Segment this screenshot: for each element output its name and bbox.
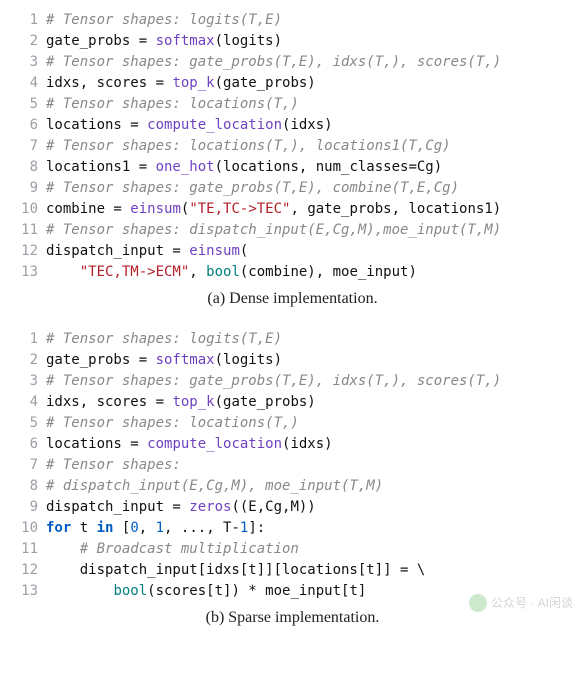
line-content: bool(scores[t]) * moe_input[t] <box>46 581 366 602</box>
line-number: 6 <box>12 115 46 136</box>
line-number: 12 <box>12 560 46 581</box>
code-line: 8locations1 = one_hot(locations, num_cla… <box>12 157 573 178</box>
line-number: 3 <box>12 52 46 73</box>
line-number: 11 <box>12 539 46 560</box>
code-block-a: 1# Tensor shapes: logits(T,E)2gate_probs… <box>12 10 573 283</box>
line-content: dispatch_input = einsum( <box>46 241 248 262</box>
line-content: idxs, scores = top_k(gate_probs) <box>46 73 316 94</box>
line-content: # Tensor shapes: gate_probs(T,E), idxs(T… <box>46 371 501 392</box>
line-content: combine = einsum("TE,TC->TEC", gate_prob… <box>46 199 501 220</box>
code-line: 6locations = compute_location(idxs) <box>12 115 573 136</box>
line-number: 13 <box>12 581 46 602</box>
code-line: 10for t in [0, 1, ..., T-1]: <box>12 518 573 539</box>
line-number: 4 <box>12 392 46 413</box>
line-number: 8 <box>12 157 46 178</box>
code-line: 5# Tensor shapes: locations(T,) <box>12 94 573 115</box>
code-line: 7# Tensor shapes: <box>12 455 573 476</box>
code-line: 12dispatch_input = einsum( <box>12 241 573 262</box>
code-line: 11# Tensor shapes: dispatch_input(E,Cg,M… <box>12 220 573 241</box>
code-line: 4idxs, scores = top_k(gate_probs) <box>12 73 573 94</box>
line-number: 4 <box>12 73 46 94</box>
line-number: 10 <box>12 199 46 220</box>
line-number: 7 <box>12 455 46 476</box>
line-number: 5 <box>12 413 46 434</box>
line-content: # Tensor shapes: locations(T,) <box>46 94 299 115</box>
line-number: 8 <box>12 476 46 497</box>
watermark-text: 公众号 · AI闲谈 <box>491 594 573 612</box>
line-number: 1 <box>12 10 46 31</box>
line-number: 7 <box>12 136 46 157</box>
caption-a: (a) Dense implementation. <box>12 287 573 311</box>
code-line: 9dispatch_input = zeros((E,Cg,M)) <box>12 497 573 518</box>
code-line: 5# Tensor shapes: locations(T,) <box>12 413 573 434</box>
line-number: 5 <box>12 94 46 115</box>
line-number: 9 <box>12 178 46 199</box>
line-content: # Tensor shapes: <box>46 455 181 476</box>
code-line: 2gate_probs = softmax(logits) <box>12 350 573 371</box>
line-content: dispatch_input[idxs[t]][locations[t]] = … <box>46 560 425 581</box>
code-line: 1# Tensor shapes: logits(T,E) <box>12 329 573 350</box>
code-block-b: 1# Tensor shapes: logits(T,E)2gate_probs… <box>12 329 573 602</box>
code-line: 7# Tensor shapes: locations(T,), locatio… <box>12 136 573 157</box>
line-number: 9 <box>12 497 46 518</box>
code-line: 4idxs, scores = top_k(gate_probs) <box>12 392 573 413</box>
code-line: 11 # Broadcast multiplication <box>12 539 573 560</box>
code-line: 3# Tensor shapes: gate_probs(T,E), idxs(… <box>12 52 573 73</box>
code-line: 8# dispatch_input(E,Cg,M), moe_input(T,M… <box>12 476 573 497</box>
line-content: locations1 = one_hot(locations, num_clas… <box>46 157 442 178</box>
line-number: 2 <box>12 350 46 371</box>
line-content: locations = compute_location(idxs) <box>46 115 333 136</box>
code-line: 1# Tensor shapes: logits(T,E) <box>12 10 573 31</box>
line-content: # Tensor shapes: gate_probs(T,E), idxs(T… <box>46 52 501 73</box>
line-content: # Tensor shapes: locations(T,) <box>46 413 299 434</box>
line-content: # Tensor shapes: gate_probs(T,E), combin… <box>46 178 459 199</box>
code-line: 10combine = einsum("TE,TC->TEC", gate_pr… <box>12 199 573 220</box>
line-content: dispatch_input = zeros((E,Cg,M)) <box>46 497 316 518</box>
watermark-icon <box>469 594 487 612</box>
line-number: 11 <box>12 220 46 241</box>
line-number: 1 <box>12 329 46 350</box>
line-content: gate_probs = softmax(logits) <box>46 31 282 52</box>
line-content: # Broadcast multiplication <box>46 539 299 560</box>
line-content: # dispatch_input(E,Cg,M), moe_input(T,M) <box>46 476 383 497</box>
line-content: idxs, scores = top_k(gate_probs) <box>46 392 316 413</box>
code-line: 9# Tensor shapes: gate_probs(T,E), combi… <box>12 178 573 199</box>
code-line: 6locations = compute_location(idxs) <box>12 434 573 455</box>
line-number: 6 <box>12 434 46 455</box>
line-number: 2 <box>12 31 46 52</box>
line-number: 10 <box>12 518 46 539</box>
line-number: 13 <box>12 262 46 283</box>
line-number: 3 <box>12 371 46 392</box>
line-content: # Tensor shapes: logits(T,E) <box>46 10 282 31</box>
line-content: for t in [0, 1, ..., T-1]: <box>46 518 265 539</box>
code-line: 13 "TEC,TM->ECM", bool(combine), moe_inp… <box>12 262 573 283</box>
line-content: # Tensor shapes: dispatch_input(E,Cg,M),… <box>46 220 501 241</box>
code-line: 3# Tensor shapes: gate_probs(T,E), idxs(… <box>12 371 573 392</box>
code-line: 2gate_probs = softmax(logits) <box>12 31 573 52</box>
line-content: gate_probs = softmax(logits) <box>46 350 282 371</box>
line-content: "TEC,TM->ECM", bool(combine), moe_input) <box>46 262 417 283</box>
line-content: # Tensor shapes: logits(T,E) <box>46 329 282 350</box>
line-number: 12 <box>12 241 46 262</box>
line-content: locations = compute_location(idxs) <box>46 434 333 455</box>
code-line: 12 dispatch_input[idxs[t]][locations[t]]… <box>12 560 573 581</box>
line-content: # Tensor shapes: locations(T,), location… <box>46 136 451 157</box>
